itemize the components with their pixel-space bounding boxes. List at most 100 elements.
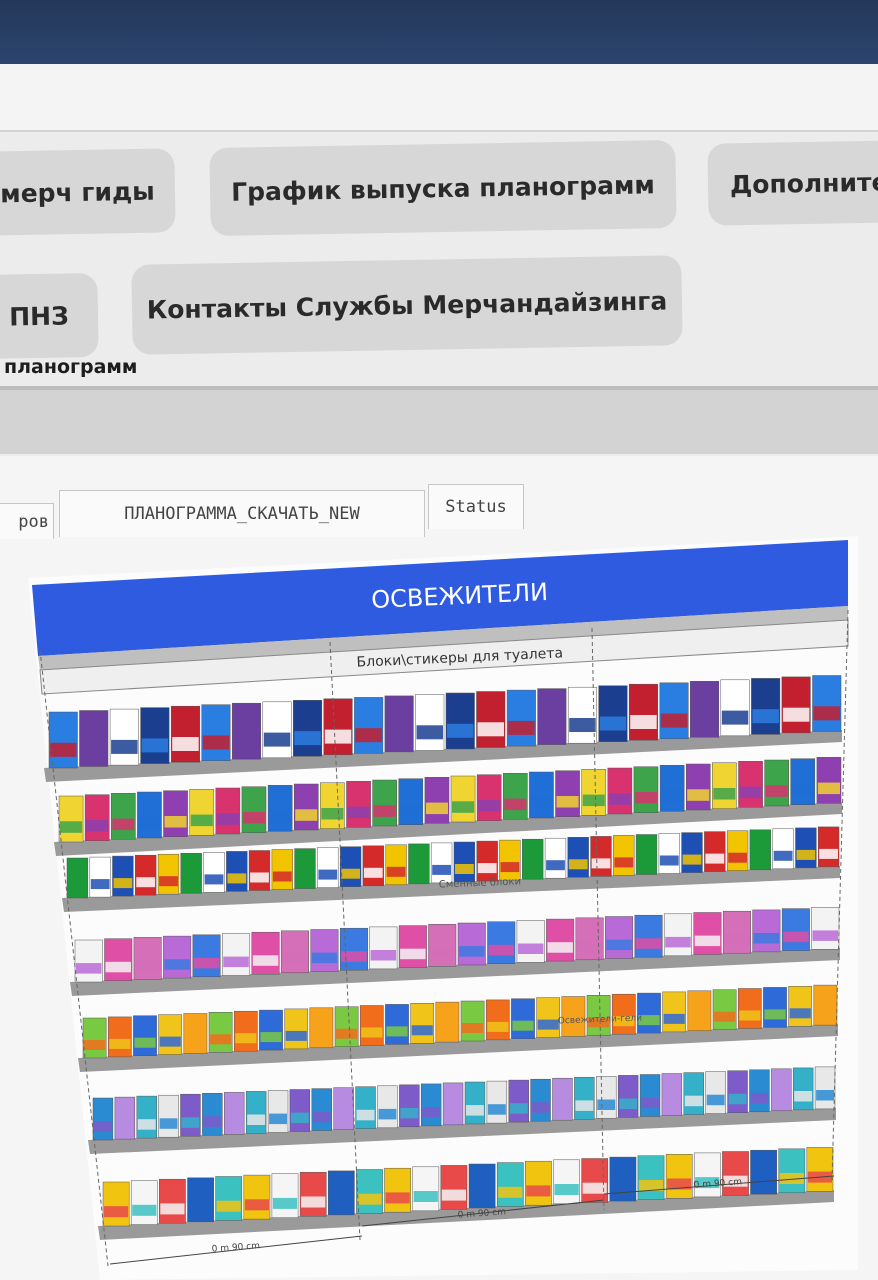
product-label (569, 718, 596, 732)
product-pack (372, 779, 397, 827)
product-pack (136, 1095, 157, 1139)
product-pack (530, 1078, 551, 1122)
product-label (813, 706, 840, 721)
product-label (416, 725, 443, 740)
product-pack (663, 913, 692, 957)
product-label (597, 1099, 616, 1110)
product-pack (107, 1016, 132, 1058)
product-pack (476, 691, 506, 748)
product-pack (355, 1086, 376, 1129)
product-pack (486, 1080, 508, 1124)
product-pack (323, 698, 353, 756)
product-label (791, 784, 814, 796)
product-pack (633, 766, 659, 813)
product-label (706, 1094, 725, 1106)
product-pack (215, 1176, 243, 1221)
product-label (399, 804, 422, 816)
product-pack (581, 769, 607, 816)
product-pack (163, 790, 188, 837)
product-label (244, 1199, 269, 1211)
product-label (312, 1111, 331, 1123)
product-label (68, 880, 87, 890)
product-pack (114, 1096, 136, 1140)
product-label (269, 1113, 287, 1125)
product-pack (555, 770, 580, 817)
product-label (477, 722, 504, 737)
product-label (190, 814, 213, 827)
product-label (318, 869, 338, 880)
product-pack (208, 1012, 233, 1053)
product-label (356, 1109, 375, 1121)
product-pack (320, 782, 345, 829)
product-pack (135, 854, 157, 896)
product-label (554, 1184, 579, 1195)
product-pack (778, 1148, 806, 1194)
product-label (252, 955, 279, 966)
product-pack (180, 853, 202, 894)
product-pack (233, 1010, 258, 1052)
product-label (794, 1091, 813, 1102)
product-label (203, 1116, 222, 1127)
product-pack (506, 689, 536, 747)
product-label (134, 960, 161, 971)
product-label (216, 813, 239, 825)
product-pack (354, 697, 384, 754)
product-pack (781, 908, 810, 951)
product-pack (267, 1090, 289, 1133)
product-pack (356, 1169, 383, 1214)
product-label (247, 1114, 266, 1125)
product-label (136, 877, 156, 888)
product-pack (284, 1008, 309, 1050)
product-pack (609, 1156, 637, 1202)
product-label (355, 728, 382, 743)
product-pack (781, 676, 811, 734)
product-label (272, 871, 292, 882)
product-pack (634, 914, 663, 958)
product-label (509, 1103, 528, 1114)
planogram-image: ОСВЕЖИТЕЛИ Блоки\стикеры для туалета Сме… (28, 536, 858, 1280)
product-pack (346, 781, 371, 828)
product-label (159, 876, 178, 887)
product-pack (712, 989, 737, 1030)
product-pack (140, 707, 170, 764)
product-pack (309, 1007, 334, 1049)
product-pack (267, 785, 293, 832)
product-pack (399, 1084, 420, 1128)
product-pack (133, 1015, 157, 1056)
product-label (630, 715, 657, 729)
product-label (223, 956, 249, 968)
product-pack (310, 929, 339, 972)
product-pack (460, 1000, 485, 1042)
product-pack (66, 857, 89, 899)
product-label (361, 1027, 383, 1038)
product-label (752, 709, 779, 724)
product-label (783, 931, 809, 943)
product-pack (516, 920, 545, 963)
product-pack (687, 990, 712, 1032)
product-label (659, 855, 679, 866)
product-label (582, 794, 605, 807)
product-pack (293, 700, 323, 757)
product-pack (476, 840, 498, 882)
product-label (459, 946, 485, 957)
product-pack (722, 1151, 749, 1196)
product-pack (772, 828, 794, 870)
product-label (76, 963, 102, 974)
product-pack (293, 783, 319, 831)
product-label (282, 953, 308, 965)
product-pack (377, 1085, 398, 1129)
product-pack (536, 997, 561, 1038)
product-pack (574, 1077, 595, 1120)
product-label (619, 1098, 638, 1109)
product-pack (813, 984, 838, 1026)
product-label (409, 865, 429, 876)
product-label (90, 879, 110, 890)
product-pack (180, 1093, 201, 1137)
product-label (487, 1021, 509, 1032)
product-pack (738, 761, 763, 808)
product-label (713, 788, 736, 800)
product-label (455, 864, 474, 874)
product-label (444, 1106, 462, 1117)
product-pack (659, 765, 685, 812)
product-pack (811, 907, 840, 950)
